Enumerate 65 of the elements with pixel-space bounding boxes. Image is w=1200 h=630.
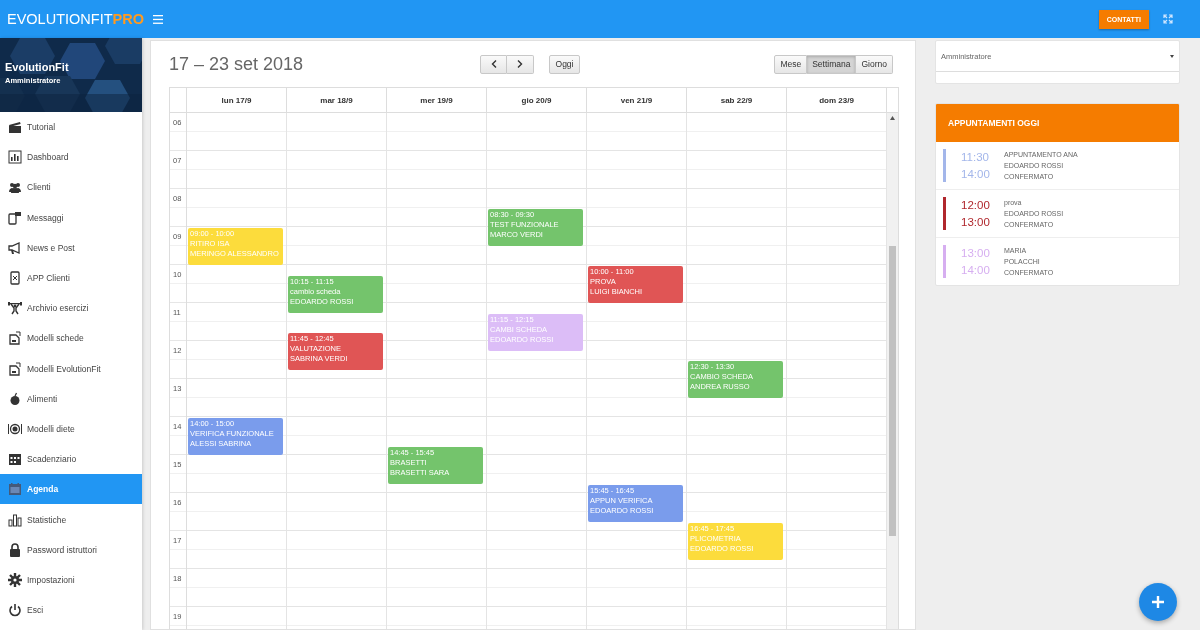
caret-icon xyxy=(1170,54,1174,58)
week-title: 17 – 23 set 2018 xyxy=(169,53,305,75)
scroll-up-icon[interactable] xyxy=(890,116,895,120)
menu-icon[interactable] xyxy=(152,14,163,24)
apple-icon xyxy=(8,391,22,406)
menu-item[interactable]: APP Clienti xyxy=(0,262,142,294)
day-header: dom 23/9 xyxy=(787,88,887,112)
document-icon xyxy=(8,331,22,346)
panel-header: APPUNTAMENTI OGGI xyxy=(936,104,1179,142)
view-tab[interactable]: Giorno xyxy=(856,54,893,74)
scrollbar[interactable] xyxy=(887,113,898,629)
next-button[interactable] xyxy=(507,54,534,74)
day-header: sab 22/9 xyxy=(687,88,787,112)
menu-item[interactable]: News e Post xyxy=(0,232,142,263)
menu-item[interactable]: Messaggi xyxy=(0,202,142,233)
menu-item[interactable]: Tutorial xyxy=(0,112,142,143)
add-button[interactable] xyxy=(1139,583,1177,621)
menu-item[interactable]: Password istruttori xyxy=(0,534,142,565)
lifter-icon xyxy=(8,301,22,316)
plate-icon xyxy=(8,421,22,436)
menu-item[interactable]: Dashboard xyxy=(0,142,142,173)
clapperboard-icon xyxy=(8,120,22,135)
menu-item[interactable]: Modelli diete xyxy=(0,413,142,445)
end-time: 13:00 xyxy=(961,214,991,230)
expand-icon[interactable] xyxy=(1163,14,1173,24)
menu-item[interactable]: Archivio esercizi xyxy=(0,293,142,324)
start-time: 12:00 xyxy=(961,197,991,213)
calendar-icon xyxy=(8,452,22,467)
menu-item[interactable]: Alimenti xyxy=(0,383,142,414)
day-header: mer 19/9 xyxy=(387,88,487,112)
menu-item[interactable]: Impostazioni xyxy=(0,564,142,595)
phone-icon xyxy=(8,271,22,286)
today-button[interactable]: Oggi xyxy=(549,54,580,74)
profile-name: EvolutionFit xyxy=(5,61,70,73)
people-icon xyxy=(8,180,22,195)
day-header: lun 17/9 xyxy=(187,88,287,112)
menu-item[interactable]: Modelli EvolutionFit xyxy=(0,353,142,384)
menu-item[interactable]: Scadenziario xyxy=(0,444,142,475)
day-header: ven 21/9 xyxy=(587,88,687,112)
bar-chart-icon xyxy=(8,512,22,527)
gear-icon xyxy=(8,572,22,587)
start-time: 13:00 xyxy=(961,245,991,261)
previous-button[interactable] xyxy=(480,54,507,74)
chevron-left-icon xyxy=(490,60,497,68)
end-time: 14:00 xyxy=(961,166,991,182)
calendar-icon xyxy=(8,482,22,497)
menu-item[interactable]: Clienti xyxy=(0,172,142,203)
chart-icon xyxy=(8,150,22,165)
power-icon xyxy=(8,603,22,618)
day-header: gio 20/9 xyxy=(487,88,587,112)
document-icon xyxy=(8,361,22,376)
view-tab[interactable]: Settimana xyxy=(807,54,857,74)
end-time: 14:00 xyxy=(961,262,991,278)
phone-message-icon xyxy=(8,210,22,225)
menu-item[interactable]: Modelli schede xyxy=(0,323,142,354)
view-tab[interactable]: Mese xyxy=(774,54,808,74)
megaphone-icon xyxy=(8,240,22,255)
start-time: 11:30 xyxy=(961,149,990,165)
menu-item[interactable]: Esci xyxy=(0,595,142,626)
day-header: mar 18/9 xyxy=(287,88,387,112)
menu-item[interactable]: Statistiche xyxy=(0,504,142,535)
lock-icon xyxy=(8,542,22,557)
plus-icon xyxy=(1152,596,1164,608)
chevron-right-icon xyxy=(517,60,523,68)
logo: EVOLUTIONFITPRO xyxy=(7,10,144,28)
